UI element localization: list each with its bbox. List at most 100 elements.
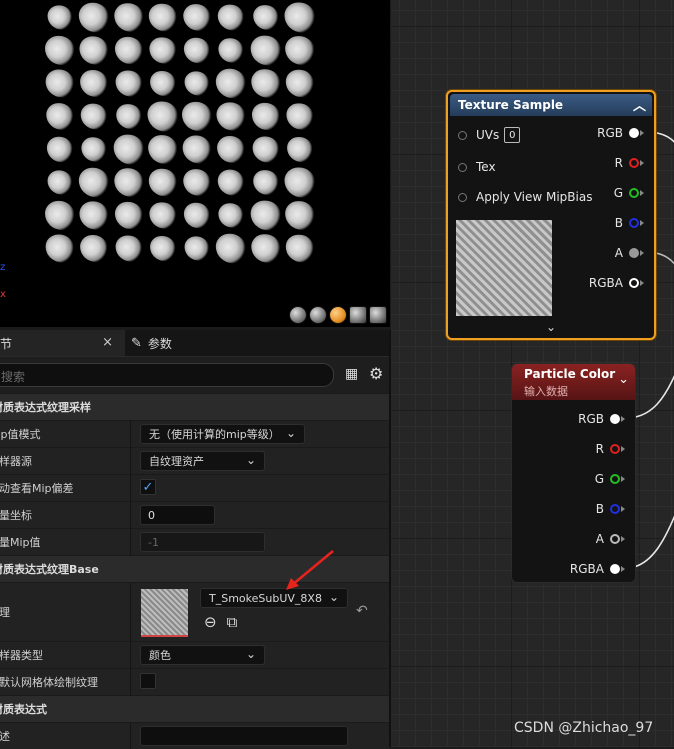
smoke-frame xyxy=(286,136,313,163)
sphere-icon[interactable] xyxy=(309,306,327,324)
node-header[interactable]: Texture Sample ︿ xyxy=(450,94,652,116)
default-mesh-checkbox[interactable] xyxy=(140,673,156,689)
output-pin-b[interactable]: B xyxy=(615,216,644,230)
description-input[interactable] xyxy=(140,726,348,746)
const-coord-input[interactable]: 0 xyxy=(140,505,215,525)
pin-icon xyxy=(458,162,467,172)
table-view-icon[interactable]: ▦ xyxy=(345,366,361,382)
row-divider xyxy=(130,669,131,695)
dropdown-value: 颜色 xyxy=(149,649,171,662)
smoke-frame xyxy=(217,136,246,163)
pin-icon xyxy=(610,564,620,574)
use-selected-asset-icon[interactable]: ⊖ xyxy=(204,613,217,631)
smoke-frame xyxy=(250,69,281,98)
pin-arrow-icon xyxy=(621,536,625,542)
smoke-frame xyxy=(113,3,144,32)
output-pin-rgba[interactable]: RGBA xyxy=(589,276,644,290)
pin-arrow-icon xyxy=(640,130,644,136)
uvs-index-input[interactable]: 0 xyxy=(504,127,521,143)
pin-label: RGB xyxy=(597,126,623,140)
row-description: 描述 xyxy=(0,722,390,749)
chevron-down-icon[interactable]: ⌄ xyxy=(546,320,556,334)
output-pin-rgba[interactable]: RGBA xyxy=(570,562,625,576)
smoke-frame xyxy=(81,137,108,162)
search-input[interactable]: 搜索 xyxy=(0,363,334,387)
output-pin-g[interactable]: G xyxy=(614,186,644,200)
output-pin-rgb[interactable]: RGB xyxy=(597,126,644,140)
input-pin-tex[interactable]: Tex xyxy=(458,160,496,174)
gear-icon[interactable]: ⚙ xyxy=(369,364,383,383)
browse-asset-icon[interactable]: ⧉ xyxy=(227,613,238,631)
chevron-down-icon: ⌄ xyxy=(285,426,296,440)
pin-icon xyxy=(629,188,639,198)
section-title: 材质表达式纹理Base xyxy=(0,563,99,576)
row-label: Mip值模式 xyxy=(0,428,41,441)
pin-label: B xyxy=(595,502,604,516)
pin-label: UVs xyxy=(476,128,500,142)
mip-mode-dropdown[interactable]: 无（使用计算的mip等级） ⌄ xyxy=(140,424,305,444)
pin-arrow-icon xyxy=(621,416,625,422)
output-pin-a[interactable]: A xyxy=(615,246,644,260)
pin-icon xyxy=(629,218,639,228)
texture-sample-node[interactable]: Texture Sample ︿ UVs 0 Tex Apply View Mi… xyxy=(446,90,656,340)
tab-details[interactable]: 细节 × xyxy=(0,330,125,356)
custom-mesh-icon[interactable] xyxy=(369,306,387,324)
row-divider xyxy=(130,421,131,447)
plane-icon[interactable] xyxy=(329,306,347,324)
pin-label: A xyxy=(614,246,623,260)
pin-label: R xyxy=(595,442,604,456)
smoke-frame xyxy=(113,134,145,165)
section-expression[interactable]: 材质表达式 xyxy=(0,695,390,722)
row-divider xyxy=(130,642,131,668)
chevron-down-icon: ⌄ xyxy=(245,647,256,661)
close-icon[interactable]: × xyxy=(102,335,113,350)
row-divider xyxy=(130,448,131,474)
chevron-down-icon[interactable]: ⌄ xyxy=(618,372,629,387)
row-label: 纹理 xyxy=(0,606,10,619)
pin-icon xyxy=(629,278,639,288)
output-pin-b[interactable]: B xyxy=(596,502,625,516)
reset-to-default-icon[interactable]: ↶ xyxy=(356,603,368,619)
output-pin-r[interactable]: R xyxy=(615,156,644,170)
node-title: Texture Sample xyxy=(458,98,564,112)
smoke-frame xyxy=(184,71,210,96)
input-pin-apply-view-mipbias[interactable]: Apply View MipBias xyxy=(458,190,592,204)
section-texture-sample[interactable]: 材质表达式纹理采样 xyxy=(0,393,390,420)
pin-arrow-icon xyxy=(640,220,644,226)
sampler-source-dropdown[interactable]: 自纹理资产 ⌄ xyxy=(140,451,265,471)
node-header[interactable]: Particle Color 输入数据 ⌄ xyxy=(512,364,635,400)
smoke-frame xyxy=(46,103,74,130)
smoke-frame xyxy=(147,101,179,132)
smoke-frame xyxy=(252,170,279,195)
row-label: 自动查看Mip偏差 xyxy=(0,482,74,495)
material-graph-canvas[interactable]: Texture Sample ︿ UVs 0 Tex Apply View Mi… xyxy=(391,0,674,747)
output-pin-a[interactable]: A xyxy=(596,532,625,546)
const-mip-input[interactable]: -1 xyxy=(140,532,265,552)
particle-color-node[interactable]: Particle Color 输入数据 ⌄ RGB R G B A RGBA xyxy=(511,363,636,583)
auto-view-mip-checkbox[interactable]: ✓ xyxy=(140,479,156,495)
smoke-frame xyxy=(181,101,213,132)
pin-label: B xyxy=(614,216,623,230)
pin-label: A xyxy=(595,532,604,546)
output-pin-r[interactable]: R xyxy=(596,442,625,456)
pin-arrow-icon xyxy=(640,250,644,256)
smoke-frame xyxy=(284,167,316,198)
row-label: 描述 xyxy=(0,730,10,743)
tab-parameters[interactable]: ✎ 参数 xyxy=(125,330,251,356)
output-pin-g[interactable]: G xyxy=(595,472,625,486)
input-pin-uvs[interactable]: UVs 0 xyxy=(458,127,521,143)
sampler-type-dropdown[interactable]: 颜色 ⌄ xyxy=(140,645,265,665)
smoke-frame xyxy=(45,69,75,98)
output-pin-rgb[interactable]: RGB xyxy=(578,412,625,426)
chevron-down-icon: ⌄ xyxy=(245,453,256,467)
texture-thumbnail[interactable] xyxy=(141,589,188,637)
row-label: 采样器源 xyxy=(0,455,32,468)
preview-viewport[interactable]: z x xyxy=(0,0,390,327)
cube-icon[interactable] xyxy=(349,306,367,324)
pin-arrow-icon xyxy=(640,160,644,166)
section-title: 材质表达式纹理采样 xyxy=(0,401,91,414)
pin-label: Apply View MipBias xyxy=(476,190,593,204)
cylinder-icon[interactable] xyxy=(289,306,307,324)
chevron-up-icon[interactable]: ︿ xyxy=(633,95,646,114)
smoke-frame xyxy=(217,4,245,31)
